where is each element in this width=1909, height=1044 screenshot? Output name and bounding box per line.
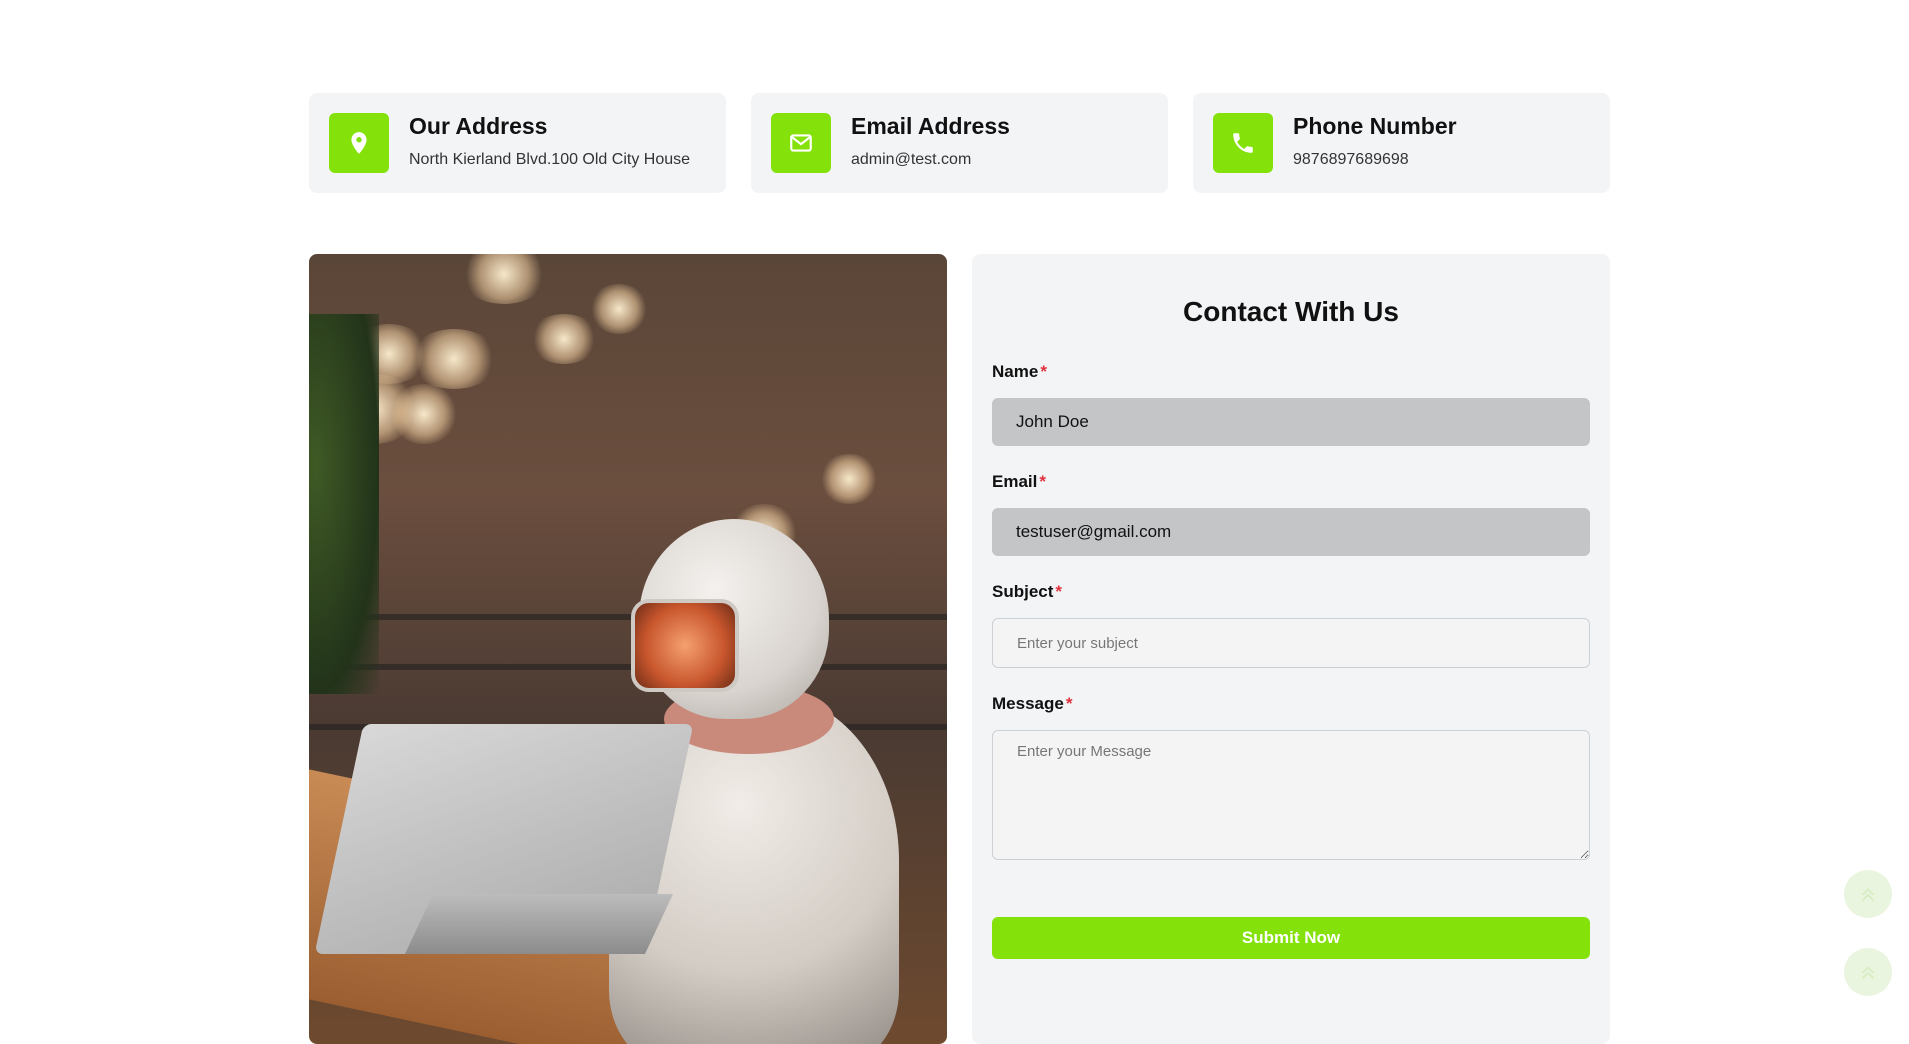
submit-button[interactable]: Submit Now bbox=[992, 917, 1590, 959]
email-value[interactable]: admin@test.com bbox=[851, 151, 971, 169]
laptop-keyboard bbox=[405, 894, 673, 954]
ceiling-light bbox=[409, 329, 499, 389]
phone-value[interactable]: 9876897689698 bbox=[1293, 151, 1409, 169]
subject-label-text: Subject bbox=[992, 582, 1054, 601]
email-card: Email Address admin@test.com bbox=[751, 93, 1168, 193]
ceiling-light bbox=[589, 284, 649, 334]
email-label: Email * bbox=[992, 472, 1046, 492]
email-label-text: Email bbox=[992, 472, 1038, 491]
message-field[interactable] bbox=[992, 730, 1590, 860]
email-title: Email Address bbox=[851, 113, 1010, 139]
contact-info-row: Our Address North Kierland Blvd.100 Old … bbox=[309, 93, 1610, 193]
address-title: Our Address bbox=[409, 113, 548, 139]
shelf bbox=[309, 664, 947, 670]
double-chevron-up-icon[interactable] bbox=[1844, 870, 1892, 918]
required-mark: * bbox=[1039, 472, 1046, 491]
ceiling-light bbox=[819, 454, 879, 504]
phone-title: Phone Number bbox=[1293, 113, 1457, 139]
subject-label: Subject * bbox=[992, 582, 1062, 602]
ceiling-light bbox=[459, 254, 549, 304]
required-mark: * bbox=[1065, 694, 1073, 713]
double-chevron-up-icon[interactable] bbox=[1844, 948, 1892, 996]
message-label-text: Message bbox=[992, 694, 1064, 713]
email-field[interactable] bbox=[992, 508, 1590, 556]
phone-card: Phone Number 9876897689698 bbox=[1193, 93, 1610, 193]
robot-visor bbox=[631, 599, 739, 692]
ceiling-light bbox=[529, 314, 599, 364]
plant bbox=[309, 314, 379, 694]
envelope-icon bbox=[771, 113, 831, 173]
address-value: North Kierland Blvd.100 Old City House bbox=[409, 151, 691, 168]
robot-at-laptop-photo bbox=[309, 254, 947, 1044]
name-label: Name * bbox=[992, 362, 1047, 382]
name-label-text: Name bbox=[992, 362, 1039, 381]
subject-field[interactable] bbox=[992, 618, 1590, 668]
required-mark: * bbox=[1040, 362, 1047, 381]
message-label: Message * bbox=[992, 694, 1072, 714]
map-pin-icon bbox=[329, 113, 389, 173]
name-field[interactable] bbox=[992, 398, 1590, 446]
contact-form: Contact With Us Name* Email* Subject* Me… bbox=[972, 254, 1610, 1044]
ceiling-light bbox=[389, 384, 459, 444]
phone-icon bbox=[1213, 113, 1273, 173]
required-mark: * bbox=[1055, 582, 1063, 601]
address-card: Our Address North Kierland Blvd.100 Old … bbox=[309, 93, 726, 193]
form-title: Contact With Us bbox=[1183, 296, 1399, 327]
shelf bbox=[309, 614, 947, 620]
